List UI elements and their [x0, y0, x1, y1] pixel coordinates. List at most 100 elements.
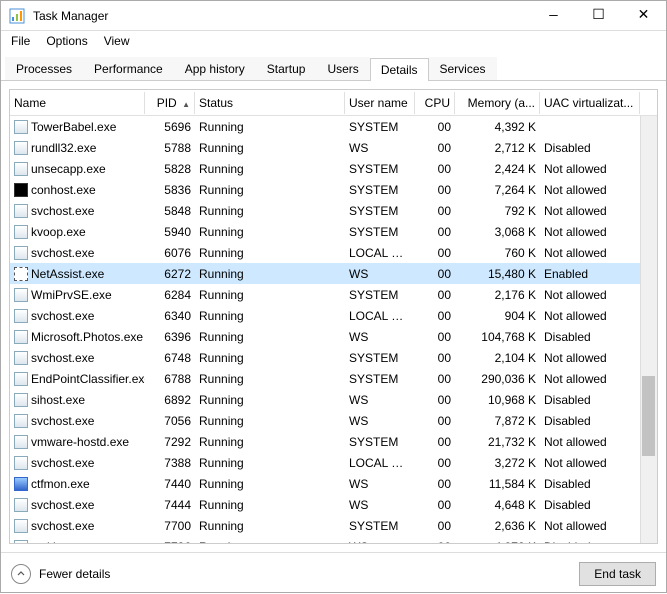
- process-memory: 4,972 K: [455, 538, 540, 544]
- process-pid: 7700: [145, 517, 195, 535]
- process-memory: 4,648 K: [455, 496, 540, 514]
- maximize-button[interactable]: ☐: [576, 1, 621, 31]
- process-memory: 3,068 K: [455, 223, 540, 241]
- table-row[interactable]: svchost.exe6748RunningSYSTEM002,104 KNot…: [10, 347, 657, 368]
- process-memory: 11,584 K: [455, 475, 540, 493]
- process-memory: 904 K: [455, 307, 540, 325]
- process-uac: Not allowed: [540, 517, 640, 535]
- process-name: conhost.exe: [31, 183, 96, 197]
- table-row[interactable]: WmiPrvSE.exe6284RunningSYSTEM002,176 KNo…: [10, 284, 657, 305]
- table-row[interactable]: ctfmon.exe7440RunningWS0011,584 KDisable…: [10, 473, 657, 494]
- process-user: SYSTEM: [345, 202, 415, 220]
- process-status: Running: [195, 181, 345, 199]
- process-cpu: 00: [415, 265, 455, 283]
- process-memory: 2,712 K: [455, 139, 540, 157]
- process-pid: 7440: [145, 475, 195, 493]
- process-user: SYSTEM: [345, 517, 415, 535]
- process-name: Microsoft.Photos.exe: [31, 330, 143, 344]
- table-row[interactable]: kvoop.exe5940RunningSYSTEM003,068 KNot a…: [10, 221, 657, 242]
- process-cpu: 00: [415, 412, 455, 430]
- table-row[interactable]: Microsoft.Photos.exe6396RunningWS00104,7…: [10, 326, 657, 347]
- menu-file[interactable]: File: [11, 34, 30, 48]
- column-pid[interactable]: PID ▲: [145, 92, 195, 114]
- tab-performance[interactable]: Performance: [83, 57, 174, 80]
- process-name: sihost.exe: [31, 393, 85, 407]
- process-name: kvoop.exe: [31, 225, 86, 239]
- fewer-details-toggle[interactable]: Fewer details: [11, 564, 110, 584]
- tab-app-history[interactable]: App history: [174, 57, 256, 80]
- menu-options[interactable]: Options: [46, 34, 87, 48]
- end-task-button[interactable]: End task: [579, 562, 656, 586]
- table-row[interactable]: svchost.exe7388RunningLOCAL SE...003,272…: [10, 452, 657, 473]
- table-row[interactable]: svchost.exe6340RunningLOCAL SE...00904 K…: [10, 305, 657, 326]
- table-row[interactable]: conhost.exe5836RunningSYSTEM007,264 KNot…: [10, 179, 657, 200]
- process-user: SYSTEM: [345, 118, 415, 136]
- scroll-thumb[interactable]: [642, 376, 655, 456]
- process-name: NetAssist.exe: [31, 267, 104, 281]
- column-uac[interactable]: UAC virtualizat...: [540, 92, 640, 114]
- table-row[interactable]: svchost.exe5848RunningSYSTEM00792 KNot a…: [10, 200, 657, 221]
- table-row[interactable]: taskhostw.exe7736RunningWS004,972 KDisab…: [10, 536, 657, 543]
- table-body: TowerBabel.exe5696RunningSYSTEM004,392 K…: [10, 116, 657, 543]
- table-row[interactable]: unsecapp.exe5828RunningSYSTEM002,424 KNo…: [10, 158, 657, 179]
- process-user: WS: [345, 538, 415, 544]
- table-row[interactable]: svchost.exe7700RunningSYSTEM002,636 KNot…: [10, 515, 657, 536]
- process-name: svchost.exe: [31, 456, 94, 470]
- column-memory[interactable]: Memory (a...: [455, 92, 540, 114]
- column-user[interactable]: User name: [345, 92, 415, 114]
- process-icon: [14, 393, 28, 407]
- table-row[interactable]: EndPointClassifier.exe6788RunningSYSTEM0…: [10, 368, 657, 389]
- table-row[interactable]: TowerBabel.exe5696RunningSYSTEM004,392 K: [10, 116, 657, 137]
- process-pid: 6340: [145, 307, 195, 325]
- vertical-scrollbar[interactable]: [640, 116, 657, 543]
- table-row[interactable]: svchost.exe7056RunningWS007,872 KDisable…: [10, 410, 657, 431]
- process-name: taskhostw.exe: [31, 540, 106, 544]
- process-name: svchost.exe: [31, 498, 94, 512]
- process-icon: [14, 141, 28, 155]
- tab-users[interactable]: Users: [316, 57, 369, 80]
- tab-startup[interactable]: Startup: [256, 57, 317, 80]
- process-cpu: 00: [415, 307, 455, 325]
- minimize-button[interactable]: —: [531, 1, 576, 31]
- process-uac: Enabled: [540, 265, 640, 283]
- process-status: Running: [195, 160, 345, 178]
- tab-details[interactable]: Details: [370, 58, 429, 81]
- table-row[interactable]: NetAssist.exe6272RunningWS0015,480 KEnab…: [10, 263, 657, 284]
- menu-view[interactable]: View: [104, 34, 130, 48]
- fewer-details-label: Fewer details: [39, 567, 110, 581]
- table-row[interactable]: sihost.exe6892RunningWS0010,968 KDisable…: [10, 389, 657, 410]
- column-name[interactable]: Name: [10, 92, 145, 114]
- process-status: Running: [195, 391, 345, 409]
- table-row[interactable]: rundll32.exe5788RunningWS002,712 KDisabl…: [10, 137, 657, 158]
- process-status: Running: [195, 475, 345, 493]
- process-pid: 7388: [145, 454, 195, 472]
- column-cpu[interactable]: CPU: [415, 92, 455, 114]
- process-status: Running: [195, 370, 345, 388]
- tab-bar: ProcessesPerformanceApp historyStartupUs…: [1, 53, 666, 81]
- table-row[interactable]: svchost.exe7444RunningWS004,648 KDisable…: [10, 494, 657, 515]
- process-memory: 290,036 K: [455, 370, 540, 388]
- process-uac: Not allowed: [540, 160, 640, 178]
- process-uac: Not allowed: [540, 202, 640, 220]
- process-icon: [14, 414, 28, 428]
- process-name: TowerBabel.exe: [31, 120, 116, 134]
- tab-services[interactable]: Services: [429, 57, 497, 80]
- table-row[interactable]: vmware-hostd.exe7292RunningSYSTEM0021,73…: [10, 431, 657, 452]
- process-status: Running: [195, 139, 345, 157]
- table-row[interactable]: svchost.exe6076RunningLOCAL SE...00760 K…: [10, 242, 657, 263]
- process-cpu: 00: [415, 496, 455, 514]
- process-memory: 21,732 K: [455, 433, 540, 451]
- process-uac: [540, 125, 640, 129]
- tab-processes[interactable]: Processes: [5, 57, 83, 80]
- close-button[interactable]: ✕: [621, 1, 666, 31]
- process-status: Running: [195, 328, 345, 346]
- process-icon: [14, 246, 28, 260]
- process-user: SYSTEM: [345, 286, 415, 304]
- process-pid: 7736: [145, 538, 195, 544]
- process-status: Running: [195, 496, 345, 514]
- column-status[interactable]: Status: [195, 92, 345, 114]
- process-icon: [14, 435, 28, 449]
- process-uac: Disabled: [540, 391, 640, 409]
- process-cpu: 00: [415, 454, 455, 472]
- process-status: Running: [195, 454, 345, 472]
